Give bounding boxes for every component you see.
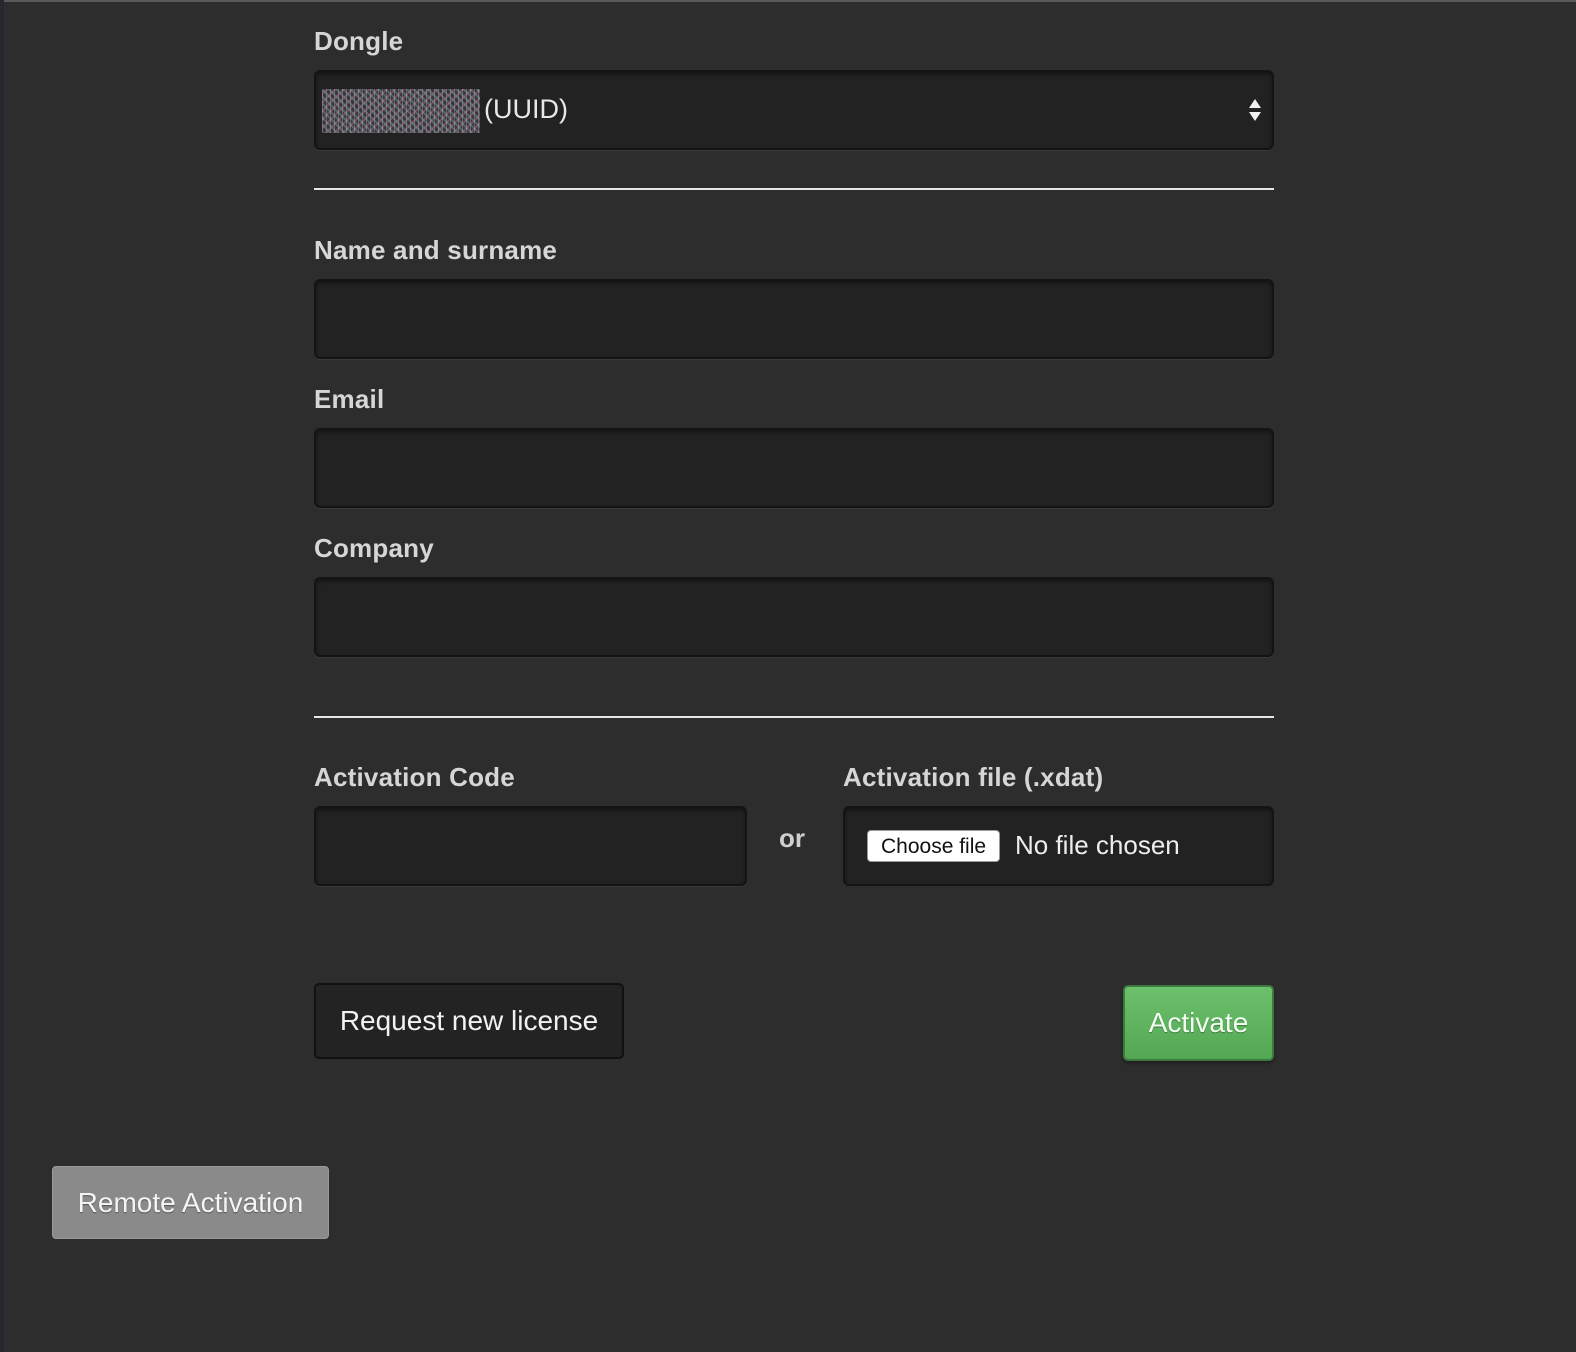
activation-code-input[interactable] bbox=[314, 806, 747, 886]
redacted-uuid-value bbox=[322, 89, 480, 133]
dongle-select[interactable]: (UUID) bbox=[314, 70, 1274, 150]
name-input[interactable] bbox=[314, 279, 1274, 359]
section-divider bbox=[314, 716, 1274, 718]
email-input[interactable] bbox=[314, 428, 1274, 508]
activation-code-label: Activation Code bbox=[314, 762, 515, 792]
company-label: Company bbox=[314, 533, 434, 563]
company-input[interactable] bbox=[314, 577, 1274, 657]
dongle-selected-suffix: (UUID) bbox=[484, 94, 568, 124]
left-border bbox=[0, 0, 4, 1352]
activation-file-label: Activation file (.xdat) bbox=[843, 762, 1104, 792]
dongle-label: Dongle bbox=[314, 26, 404, 56]
choose-file-button[interactable]: Choose file bbox=[867, 830, 1001, 862]
remote-activation-button[interactable]: Remote Activation bbox=[52, 1166, 329, 1239]
top-border bbox=[0, 0, 1576, 2]
activate-button[interactable]: Activate bbox=[1123, 985, 1274, 1061]
file-status-text: No file chosen bbox=[1015, 830, 1180, 860]
name-label: Name and surname bbox=[314, 235, 558, 265]
or-separator: or bbox=[779, 823, 805, 853]
section-divider bbox=[314, 188, 1274, 190]
request-new-license-button[interactable]: Request new license bbox=[314, 983, 624, 1059]
select-updown-arrows-icon bbox=[1249, 99, 1261, 121]
email-label: Email bbox=[314, 384, 385, 414]
activation-file-input[interactable]: Choose file No file chosen bbox=[843, 806, 1274, 886]
